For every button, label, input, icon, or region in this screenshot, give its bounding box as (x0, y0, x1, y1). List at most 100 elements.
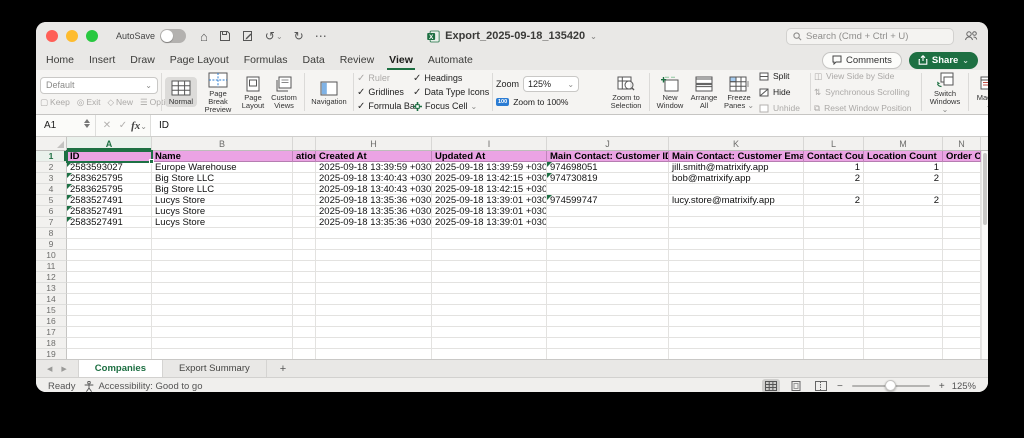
cell-J5[interactable]: 974599747 (547, 195, 669, 206)
cell-M16[interactable] (864, 316, 943, 327)
cell-B3[interactable]: Big Store LLC (152, 173, 293, 184)
cell-L3[interactable]: 2 (804, 173, 864, 184)
cell-N18[interactable] (943, 338, 981, 349)
cell-J8[interactable] (547, 228, 669, 239)
row-header-2[interactable]: 2 (36, 162, 67, 173)
cell-A13[interactable] (67, 283, 152, 294)
cell-L4[interactable] (804, 184, 864, 195)
cell-A9[interactable] (67, 239, 152, 250)
cell-H13[interactable] (316, 283, 432, 294)
cell-J10[interactable] (547, 250, 669, 261)
sheet-tab-companies[interactable]: Companies (78, 360, 163, 377)
cell-L1[interactable]: Contact Count (804, 151, 864, 162)
switch-windows-button[interactable]: Switch Windows ⌄ (925, 70, 965, 115)
cell-M15[interactable] (864, 305, 943, 316)
row-header-4[interactable]: 4 (36, 184, 67, 195)
search-input[interactable] (806, 31, 947, 42)
document-title[interactable]: Export_2025-09-18_135420 (445, 30, 585, 42)
cell-M9[interactable] (864, 239, 943, 250)
row-header-15[interactable]: 15 (36, 305, 67, 316)
column-header-M[interactable]: M (864, 137, 943, 150)
cell-B14[interactable] (152, 294, 293, 305)
zoom-level-select[interactable]: 125%⌄ (523, 76, 579, 92)
cell-I9[interactable] (432, 239, 547, 250)
cell-A17[interactable] (67, 327, 152, 338)
cell-c213[interactable] (293, 283, 316, 294)
minimize-window-button[interactable] (66, 30, 78, 42)
gridlines-checkbox[interactable]: ✓Gridlines (357, 86, 413, 99)
cell-H5[interactable]: 2025-09-18 13:35:36 +0300 (316, 195, 432, 206)
home-icon[interactable]: ⌂ (200, 29, 208, 44)
cell-K9[interactable] (669, 239, 804, 250)
cell-I8[interactable] (432, 228, 547, 239)
cell-M11[interactable] (864, 261, 943, 272)
data-type-icons-checkbox[interactable]: ✓Data Type Icons (413, 86, 489, 99)
cell-L16[interactable] (804, 316, 864, 327)
column-header-J[interactable]: J (547, 137, 669, 150)
cell-B8[interactable] (152, 228, 293, 239)
cell-A5[interactable]: 2583527491 (67, 195, 152, 206)
cell-H11[interactable] (316, 261, 432, 272)
cell-B7[interactable]: Lucys Store (152, 217, 293, 228)
cell-M10[interactable] (864, 250, 943, 261)
cell-N1[interactable]: Order Count (943, 151, 981, 162)
cell-c27[interactable] (293, 217, 316, 228)
cell-M14[interactable] (864, 294, 943, 305)
cell-I13[interactable] (432, 283, 547, 294)
cell-H4[interactable]: 2025-09-18 13:40:43 +0300 (316, 184, 432, 195)
cell-J7[interactable] (547, 217, 669, 228)
cell-L17[interactable] (804, 327, 864, 338)
row-header-12[interactable]: 12 (36, 272, 67, 283)
cell-H1[interactable]: Created At (316, 151, 432, 162)
undo-button[interactable]: ↺⌄ (265, 29, 283, 43)
row-header-18[interactable]: 18 (36, 338, 67, 349)
cell-H2[interactable]: 2025-09-18 13:39:59 +0300 (316, 162, 432, 173)
freeze-panes-button[interactable]: Freeze Panes ⌄ (721, 73, 757, 111)
cell-K2[interactable]: jill.smith@matrixify.app (669, 162, 804, 173)
select-all-corner[interactable] (36, 137, 67, 150)
ribbon-tab-page-layout[interactable]: Page Layout (170, 54, 229, 66)
ribbon-tab-draw[interactable]: Draw (130, 54, 155, 66)
cell-J2[interactable]: 974698051 (547, 162, 669, 173)
cell-J3[interactable]: 974730819 (547, 173, 669, 184)
cell-N15[interactable] (943, 305, 981, 316)
row-header-8[interactable]: 8 (36, 228, 67, 239)
split-button[interactable]: Split (759, 70, 807, 83)
column-header-H[interactable]: H (316, 137, 432, 150)
ribbon-tab-data[interactable]: Data (303, 54, 325, 66)
cell-K5[interactable]: lucy.store@matrixify.app (669, 195, 804, 206)
cell-N7[interactable] (943, 217, 981, 228)
title-chevron-icon[interactable]: ⌄ (590, 32, 597, 41)
share-button[interactable]: Share ⌄ (909, 52, 978, 69)
ribbon-tab-view[interactable]: View (389, 54, 413, 66)
cell-J12[interactable] (547, 272, 669, 283)
cell-K11[interactable] (669, 261, 804, 272)
search-box[interactable] (786, 28, 954, 45)
cell-K4[interactable] (669, 184, 804, 195)
cell-I2[interactable]: 2025-09-18 13:39:59 +0300 (432, 162, 547, 173)
normal-view-button[interactable]: Normal (165, 77, 197, 107)
cell-N2[interactable] (943, 162, 981, 173)
cell-c211[interactable] (293, 261, 316, 272)
cell-I14[interactable] (432, 294, 547, 305)
cell-c215[interactable] (293, 305, 316, 316)
ribbon-tab-review[interactable]: Review (340, 54, 374, 66)
zoom-slider[interactable] (852, 385, 930, 387)
cell-B19[interactable] (152, 349, 293, 359)
cell-B5[interactable]: Lucys Store (152, 195, 293, 206)
people-presence-icon[interactable] (964, 30, 978, 42)
cell-c210[interactable] (293, 250, 316, 261)
unhide-button[interactable]: Unhide (759, 102, 807, 115)
cell-B18[interactable] (152, 338, 293, 349)
cell-B9[interactable] (152, 239, 293, 250)
cell-A3[interactable]: 2583625795 (67, 173, 152, 184)
row-header-1[interactable]: 1 (36, 151, 67, 162)
cell-c26[interactable] (293, 206, 316, 217)
cell-L18[interactable] (804, 338, 864, 349)
row-header-17[interactable]: 17 (36, 327, 67, 338)
cell-H9[interactable] (316, 239, 432, 250)
cell-J15[interactable] (547, 305, 669, 316)
cell-H15[interactable] (316, 305, 432, 316)
save-as-icon[interactable] (242, 30, 254, 42)
cell-N12[interactable] (943, 272, 981, 283)
